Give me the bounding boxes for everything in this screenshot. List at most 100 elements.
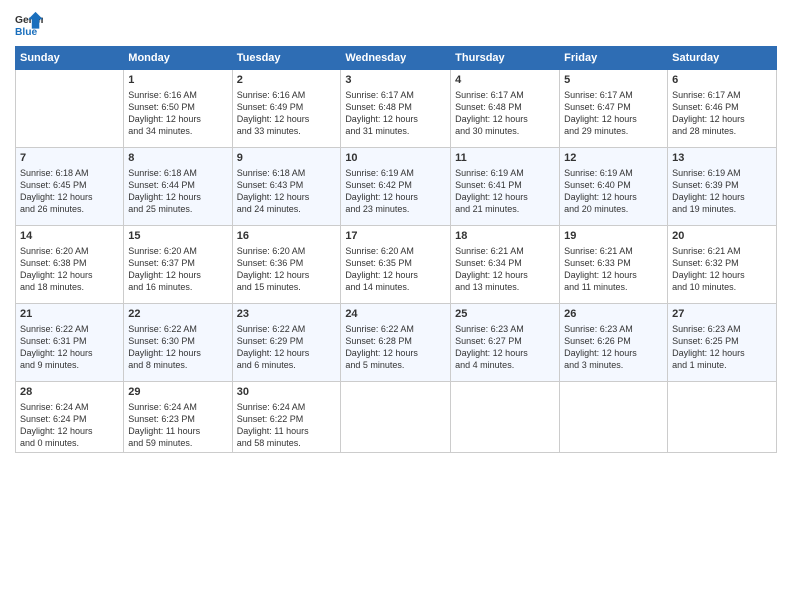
day-info-line: Daylight: 12 hours: [237, 191, 337, 203]
header-day-tuesday: Tuesday: [232, 47, 341, 70]
day-info-line: and 5 minutes.: [345, 359, 446, 371]
calendar-cell: 28Sunrise: 6:24 AMSunset: 6:24 PMDayligh…: [16, 382, 124, 453]
day-info-line: Daylight: 12 hours: [128, 347, 227, 359]
day-info-line: and 1 minute.: [672, 359, 772, 371]
calendar-table: SundayMondayTuesdayWednesdayThursdayFrid…: [15, 46, 777, 453]
calendar-cell: 22Sunrise: 6:22 AMSunset: 6:30 PMDayligh…: [124, 304, 232, 382]
day-info-line: and 13 minutes.: [455, 281, 555, 293]
day-number: 14: [20, 229, 119, 244]
calendar-cell: 8Sunrise: 6:18 AMSunset: 6:44 PMDaylight…: [124, 148, 232, 226]
day-info-line: Sunset: 6:28 PM: [345, 335, 446, 347]
day-info-line: and 58 minutes.: [237, 437, 337, 449]
day-info-line: Daylight: 11 hours: [237, 425, 337, 437]
day-info-line: and 16 minutes.: [128, 281, 227, 293]
calendar-cell: 20Sunrise: 6:21 AMSunset: 6:32 PMDayligh…: [668, 226, 777, 304]
day-info-line: Sunset: 6:37 PM: [128, 257, 227, 269]
calendar-cell: 1Sunrise: 6:16 AMSunset: 6:50 PMDaylight…: [124, 70, 232, 148]
day-number: 16: [237, 229, 337, 244]
day-info-line: and 31 minutes.: [345, 125, 446, 137]
calendar-cell: 25Sunrise: 6:23 AMSunset: 6:27 PMDayligh…: [451, 304, 560, 382]
header-day-wednesday: Wednesday: [341, 47, 451, 70]
day-info-line: Sunrise: 6:21 AM: [455, 245, 555, 257]
day-info-line: Daylight: 12 hours: [20, 269, 119, 281]
day-info-line: Sunset: 6:30 PM: [128, 335, 227, 347]
day-info-line: Sunrise: 6:17 AM: [345, 89, 446, 101]
day-info-line: Daylight: 12 hours: [564, 113, 663, 125]
day-info-line: Sunset: 6:36 PM: [237, 257, 337, 269]
day-info-line: and 30 minutes.: [455, 125, 555, 137]
day-number: 15: [128, 229, 227, 244]
day-info-line: Daylight: 12 hours: [345, 347, 446, 359]
day-number: 4: [455, 73, 555, 88]
day-info-line: Daylight: 12 hours: [237, 113, 337, 125]
day-number: 1: [128, 73, 227, 88]
calendar-cell: [668, 382, 777, 453]
day-info-line: and 10 minutes.: [672, 281, 772, 293]
day-info-line: Sunset: 6:42 PM: [345, 179, 446, 191]
day-info-line: and 26 minutes.: [20, 203, 119, 215]
calendar-cell: [341, 382, 451, 453]
day-info-line: Sunrise: 6:20 AM: [345, 245, 446, 257]
day-number: 20: [672, 229, 772, 244]
day-info-line: Sunset: 6:26 PM: [564, 335, 663, 347]
day-info-line: Sunrise: 6:17 AM: [672, 89, 772, 101]
day-info-line: Sunset: 6:47 PM: [564, 101, 663, 113]
day-info-line: Sunrise: 6:18 AM: [20, 167, 119, 179]
day-info-line: and 33 minutes.: [237, 125, 337, 137]
calendar-cell: 19Sunrise: 6:21 AMSunset: 6:33 PMDayligh…: [560, 226, 668, 304]
calendar-cell: 13Sunrise: 6:19 AMSunset: 6:39 PMDayligh…: [668, 148, 777, 226]
calendar-body: 1Sunrise: 6:16 AMSunset: 6:50 PMDaylight…: [16, 70, 777, 453]
header-day-saturday: Saturday: [668, 47, 777, 70]
day-info-line: Sunrise: 6:22 AM: [128, 323, 227, 335]
day-info-line: Daylight: 12 hours: [672, 347, 772, 359]
header-day-thursday: Thursday: [451, 47, 560, 70]
day-info-line: Sunrise: 6:20 AM: [20, 245, 119, 257]
day-info-line: and 3 minutes.: [564, 359, 663, 371]
page-container: General Blue SundayMondayTuesdayWednesda…: [0, 0, 792, 612]
day-info-line: Sunset: 6:31 PM: [20, 335, 119, 347]
day-info-line: Sunset: 6:49 PM: [237, 101, 337, 113]
day-info-line: Daylight: 12 hours: [20, 191, 119, 203]
day-info-line: Sunset: 6:33 PM: [564, 257, 663, 269]
day-info-line: Sunrise: 6:17 AM: [455, 89, 555, 101]
calendar-cell: 11Sunrise: 6:19 AMSunset: 6:41 PMDayligh…: [451, 148, 560, 226]
day-info-line: and 34 minutes.: [128, 125, 227, 137]
calendar-cell: 18Sunrise: 6:21 AMSunset: 6:34 PMDayligh…: [451, 226, 560, 304]
day-info-line: Daylight: 12 hours: [345, 113, 446, 125]
day-info-line: and 59 minutes.: [128, 437, 227, 449]
day-info-line: and 6 minutes.: [237, 359, 337, 371]
calendar-cell: 26Sunrise: 6:23 AMSunset: 6:26 PMDayligh…: [560, 304, 668, 382]
day-number: 6: [672, 73, 772, 88]
calendar-cell: 10Sunrise: 6:19 AMSunset: 6:42 PMDayligh…: [341, 148, 451, 226]
day-info-line: and 18 minutes.: [20, 281, 119, 293]
calendar-cell: [560, 382, 668, 453]
day-info-line: Daylight: 12 hours: [564, 191, 663, 203]
day-number: 11: [455, 151, 555, 166]
calendar-cell: 4Sunrise: 6:17 AMSunset: 6:48 PMDaylight…: [451, 70, 560, 148]
day-info-line: Daylight: 12 hours: [455, 191, 555, 203]
calendar-cell: 21Sunrise: 6:22 AMSunset: 6:31 PMDayligh…: [16, 304, 124, 382]
day-info-line: Sunrise: 6:23 AM: [564, 323, 663, 335]
day-info-line: and 29 minutes.: [564, 125, 663, 137]
day-number: 21: [20, 307, 119, 322]
day-info-line: Sunset: 6:35 PM: [345, 257, 446, 269]
day-number: 26: [564, 307, 663, 322]
calendar-cell: 9Sunrise: 6:18 AMSunset: 6:43 PMDaylight…: [232, 148, 341, 226]
svg-text:Blue: Blue: [15, 27, 38, 38]
day-info-line: Sunrise: 6:19 AM: [455, 167, 555, 179]
day-number: 9: [237, 151, 337, 166]
day-info-line: Sunset: 6:24 PM: [20, 413, 119, 425]
day-info-line: Daylight: 11 hours: [128, 425, 227, 437]
day-info-line: Sunrise: 6:20 AM: [128, 245, 227, 257]
day-info-line: Sunset: 6:43 PM: [237, 179, 337, 191]
day-info-line: Sunrise: 6:23 AM: [672, 323, 772, 335]
day-number: 19: [564, 229, 663, 244]
day-number: 17: [345, 229, 446, 244]
day-info-line: Daylight: 12 hours: [672, 269, 772, 281]
calendar-week-row: 28Sunrise: 6:24 AMSunset: 6:24 PMDayligh…: [16, 382, 777, 453]
day-info-line: Sunrise: 6:18 AM: [128, 167, 227, 179]
day-info-line: Sunset: 6:41 PM: [455, 179, 555, 191]
day-number: 3: [345, 73, 446, 88]
day-info-line: Daylight: 12 hours: [237, 347, 337, 359]
day-info-line: Sunset: 6:45 PM: [20, 179, 119, 191]
